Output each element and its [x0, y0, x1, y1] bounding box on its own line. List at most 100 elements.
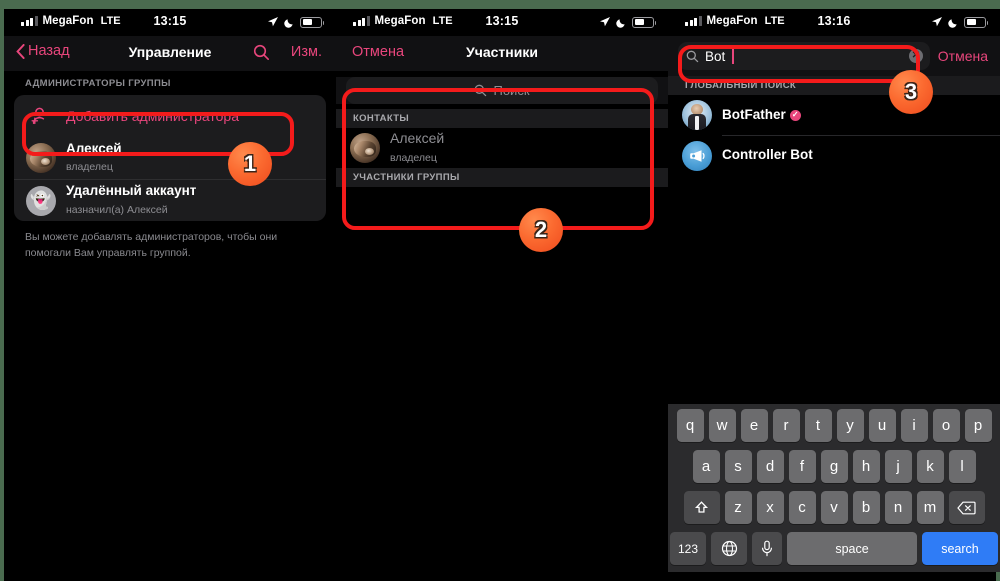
list-item[interactable]: Controller Bot	[682, 135, 1000, 175]
verified-badge-icon: ✓	[789, 109, 801, 121]
space-key[interactable]: space	[787, 532, 917, 565]
page-title: Управление	[128, 44, 212, 60]
key-e[interactable]: e	[740, 409, 768, 442]
key-n[interactable]: n	[884, 491, 912, 524]
numbers-key[interactable]: 123	[670, 532, 706, 565]
search-icon	[686, 50, 699, 62]
result-name: Controller Bot	[722, 147, 813, 163]
add-person-icon	[26, 106, 56, 126]
panel-global-search: MegaFon LTE 13:16 Bot ✕ Отмена ГЛОБАЛЬНЫ…	[668, 9, 1000, 572]
moon-icon	[948, 18, 957, 28]
section-header-admins: АДМИНИСТРАТОРЫ ГРУППЫ	[25, 77, 171, 89]
moon-icon	[616, 18, 625, 28]
key-q[interactable]: q	[676, 409, 704, 442]
key-c[interactable]: c	[788, 491, 816, 524]
avatar: 👻	[26, 185, 56, 216]
key-l[interactable]: l	[948, 450, 976, 483]
status-bar: MegaFon LTE 13:15	[336, 9, 668, 36]
contact-name: Алексей	[390, 130, 445, 147]
key-z[interactable]: z	[724, 491, 752, 524]
search-value: Bot	[705, 48, 726, 64]
search-input[interactable]: Bot ✕	[678, 42, 930, 70]
search-input[interactable]: Поиск	[346, 77, 658, 104]
key-t[interactable]: t	[804, 409, 832, 442]
shift-icon[interactable]	[683, 491, 720, 524]
navigation-bar: Отмена Участники	[336, 36, 668, 71]
key-j[interactable]: j	[884, 450, 912, 483]
status-bar-right	[599, 16, 656, 28]
keyboard-row-4: 123 space search	[670, 532, 998, 565]
background-strip-top	[0, 0, 1000, 9]
key-k[interactable]: k	[916, 450, 944, 483]
key-p[interactable]: p	[964, 409, 992, 442]
key-v[interactable]: v	[820, 491, 848, 524]
panel-members-picker: MegaFon LTE 13:15 Отмена Участники Поиск…	[336, 9, 668, 572]
key-f[interactable]: f	[788, 450, 816, 483]
key-h[interactable]: h	[852, 450, 880, 483]
admin-name: Алексей	[66, 140, 122, 156]
screenshot-collage: MegaFon LTE 13:15 Назад Управление Изм. …	[0, 0, 1000, 581]
location-arrow-icon	[932, 17, 942, 27]
avatar	[682, 140, 712, 171]
key-s[interactable]: s	[724, 450, 752, 483]
search-icon[interactable]	[253, 44, 270, 66]
key-o[interactable]: o	[932, 409, 960, 442]
location-arrow-icon	[268, 17, 278, 27]
key-u[interactable]: u	[868, 409, 896, 442]
result-name: BotFather	[722, 106, 786, 122]
keyboard-row-3: z x c v b n m	[670, 491, 998, 524]
key-m[interactable]: m	[916, 491, 944, 524]
list-item[interactable]: Алексей владелец	[336, 128, 668, 168]
keyboard-row-2: a s d f g h j k l	[670, 450, 998, 483]
edit-button[interactable]: Изм.	[291, 44, 322, 60]
key-g[interactable]: g	[820, 450, 848, 483]
section-header-global-search: ГЛОБАЛЬНЫЙ ПОИСК	[668, 76, 1000, 95]
key-w[interactable]: w	[708, 409, 736, 442]
section-header-group-members: УЧАСТНИКИ ГРУППЫ	[336, 168, 668, 187]
battery-icon	[300, 16, 324, 28]
cancel-button[interactable]: Отмена	[938, 48, 990, 64]
admins-card: Добавить администратора Алексей владелец…	[14, 95, 326, 221]
status-bar-right	[267, 16, 324, 28]
key-d[interactable]: d	[756, 450, 784, 483]
step-badge-2: 2	[519, 208, 563, 252]
list-item[interactable]: BotFather ✓	[668, 95, 1000, 135]
keyboard-row-1: q w e r t y u i o p	[670, 409, 998, 442]
clear-icon[interactable]: ✕	[908, 49, 923, 63]
key-b[interactable]: b	[852, 491, 880, 524]
admin-name: Удалённый аккаунт	[66, 183, 197, 199]
moon-icon	[284, 18, 293, 28]
table-row[interactable]: Алексей владелец	[14, 137, 326, 179]
search-placeholder: Поиск	[493, 83, 530, 98]
panel-group-management: MegaFon LTE 13:15 Назад Управление Изм. …	[4, 9, 336, 572]
megaphone-icon	[689, 149, 705, 162]
search-bar-container: Bot ✕ Отмена	[668, 36, 1000, 76]
key-i[interactable]: i	[900, 409, 928, 442]
search-icon	[475, 84, 487, 97]
backspace-icon[interactable]	[948, 491, 985, 524]
on-screen-keyboard: q w e r t y u i o p a s d f g h j k l z …	[668, 404, 1000, 572]
key-r[interactable]: r	[772, 409, 800, 442]
status-bar: MegaFon LTE 13:16	[668, 9, 1000, 36]
key-y[interactable]: y	[836, 409, 864, 442]
battery-icon	[632, 16, 656, 28]
navigation-bar: Назад Управление Изм.	[4, 36, 336, 71]
search-submit-key[interactable]: search	[922, 532, 998, 565]
ghost-icon: 👻	[30, 191, 52, 210]
key-x[interactable]: x	[756, 491, 784, 524]
step-badge-1: 1	[228, 142, 272, 186]
add-admin-button[interactable]: Добавить администратора	[14, 95, 326, 137]
key-a[interactable]: a	[692, 450, 720, 483]
table-row[interactable]: 👻 Удалённый аккаунт назначил(а) Алексей	[14, 179, 326, 221]
microphone-icon[interactable]	[752, 532, 782, 565]
page-title: Участники	[466, 44, 538, 60]
admin-role: владелец	[66, 161, 113, 174]
globe-icon[interactable]	[711, 532, 747, 565]
add-admin-label: Добавить администратора	[66, 108, 240, 124]
avatar	[682, 100, 712, 130]
contact-role: владелец	[390, 151, 437, 164]
section-header-contacts: КОНТАКТЫ	[336, 109, 668, 128]
text-caret	[732, 48, 734, 64]
search-bar-container: Поиск	[336, 77, 668, 104]
avatar	[26, 143, 56, 173]
